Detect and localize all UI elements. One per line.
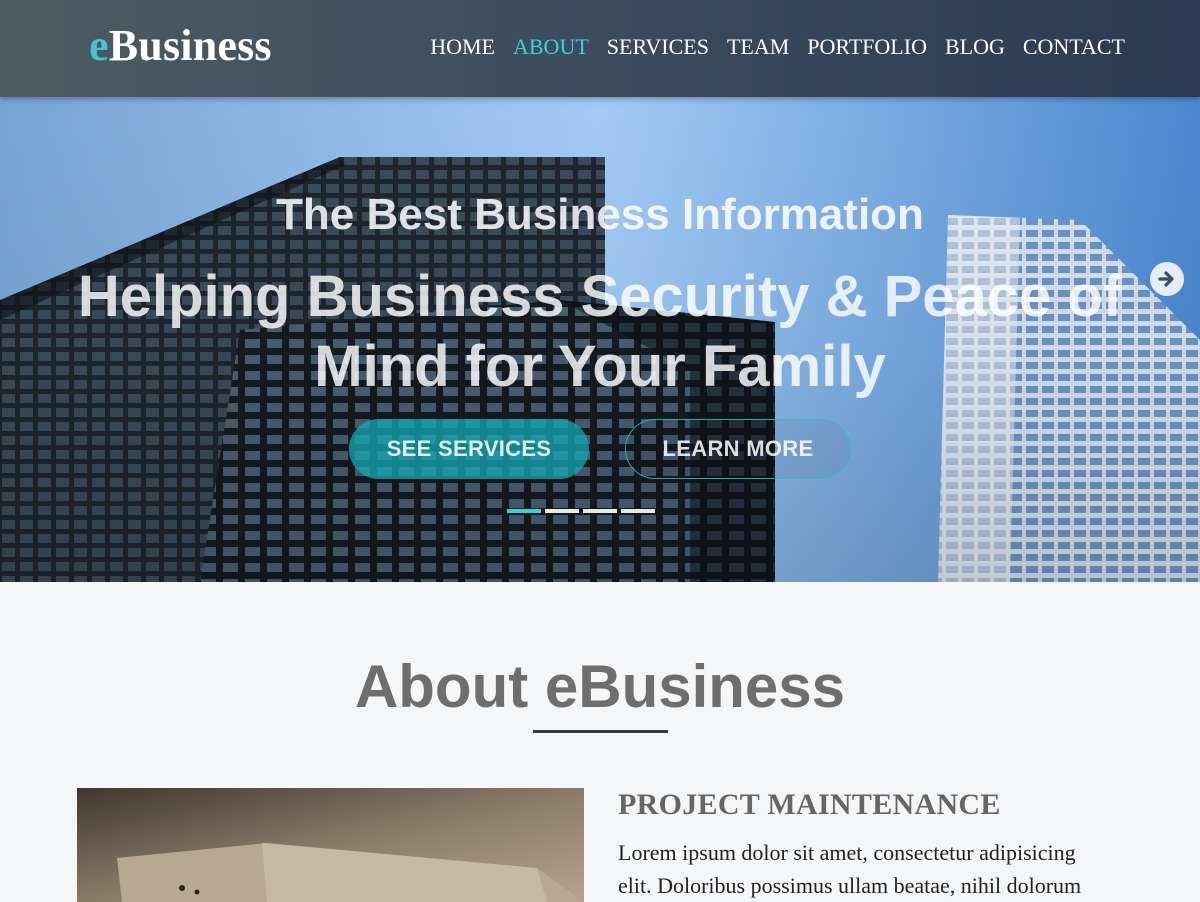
about-section: About eBusiness PROJECT MAINTENANCE Lore… — [0, 582, 1200, 902]
nav-about[interactable]: ABOUT — [513, 34, 589, 60]
nav-home[interactable]: HOME — [430, 34, 495, 60]
about-title: About eBusiness — [354, 653, 846, 720]
hero-title: Helping Business Security & Peace of Min… — [77, 264, 1123, 399]
slider-dot-4[interactable] — [621, 509, 655, 513]
logo-accent: e — [89, 21, 109, 70]
nav-services[interactable]: SERVICES — [607, 34, 709, 60]
nav-portfolio[interactable]: PORTFOLIO — [807, 34, 927, 60]
arrow-right-icon[interactable] — [1150, 262, 1184, 296]
slider-dot-3[interactable] — [583, 509, 617, 513]
slider-dots — [507, 509, 655, 513]
about-paragraph: Lorem ipsum dolor sit amet, consectetur … — [618, 840, 1082, 898]
slider-dot-2[interactable] — [545, 509, 579, 513]
about-heading: PROJECT MAINTENANCE — [618, 788, 1001, 821]
slider-dot-1[interactable] — [507, 509, 541, 513]
logo-text: Business — [108, 21, 272, 70]
about-image — [77, 788, 584, 902]
nav-contact[interactable]: CONTACT — [1023, 34, 1125, 60]
site-logo[interactable]: eBusiness — [89, 20, 272, 71]
nav-team[interactable]: TEAM — [727, 34, 789, 60]
title-divider — [533, 730, 668, 733]
learn-more-button[interactable]: LEARN MORE — [625, 419, 851, 479]
nav-blog[interactable]: BLOG — [945, 34, 1005, 60]
site-header: eBusiness HOME ABOUT SERVICES TEAM PORTF… — [0, 0, 1200, 97]
see-services-button[interactable]: SEE SERVICES — [349, 419, 589, 479]
main-nav: HOME ABOUT SERVICES TEAM PORTFOLIO BLOG … — [430, 34, 1125, 60]
hero-subtitle: The Best Business Information — [276, 190, 924, 239]
